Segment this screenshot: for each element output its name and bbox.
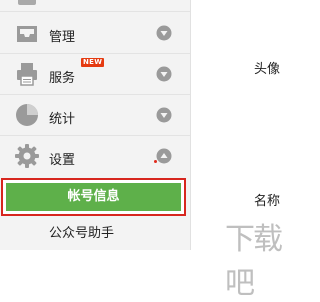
sidebar-item-service[interactable]: 服务 NEW — [0, 54, 190, 94]
sidebar-subitem-assistant[interactable]: 公众号助手 — [49, 222, 114, 241]
chevron-down-icon[interactable] — [156, 107, 172, 123]
new-badge: NEW — [81, 58, 105, 67]
sidebar-item-label: 服务 — [49, 71, 76, 86]
chevron-down-icon[interactable] — [156, 25, 172, 41]
sidebar-item-label: 管理 — [49, 30, 76, 45]
chevron-up-icon[interactable] — [156, 148, 172, 164]
sidebar-item-label: 统计 — [49, 112, 76, 127]
pie-chart-icon — [16, 104, 38, 126]
inbox-icon — [17, 26, 37, 42]
sidebar-item-manage[interactable]: 管理 — [0, 13, 190, 53]
printer-icon — [17, 63, 37, 86]
chevron-down-icon[interactable] — [156, 66, 172, 82]
partial-icon — [18, 0, 36, 5]
sidebar-item-stats[interactable]: 统计 — [0, 95, 190, 135]
sidebar-item-settings[interactable]: 设置 — [0, 136, 190, 176]
sidebar-item-label: 设置 — [49, 153, 76, 168]
sidebar: 管理 服务 NEW 统计 设置 帐号信息 公众号助手 — [0, 0, 191, 250]
sidebar-divider — [0, 11, 190, 12]
watermark-logo: 下载吧 — [225, 222, 283, 301]
avatar-label: 头像 — [254, 62, 281, 77]
name-label: 名称 — [254, 194, 281, 209]
sidebar-subitem-account-info[interactable]: 帐号信息 — [6, 183, 181, 211]
gear-icon — [15, 144, 39, 168]
highlight-frame: 帐号信息 — [1, 178, 186, 216]
